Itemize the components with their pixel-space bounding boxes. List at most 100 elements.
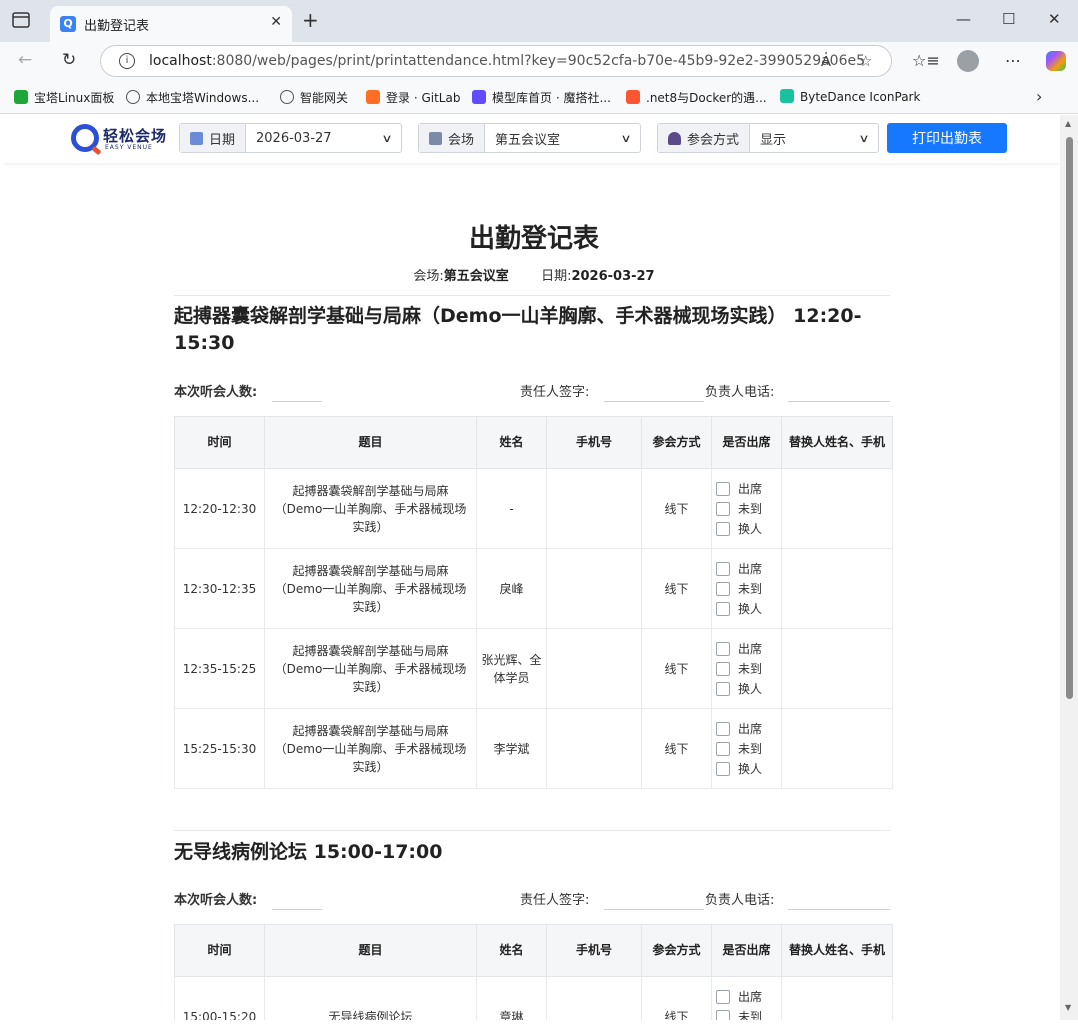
checkbox-label: 未到	[738, 661, 763, 676]
globe-icon	[126, 90, 140, 104]
site-info-icon[interactable]: i	[119, 53, 135, 69]
checkbox-label: 换人	[738, 601, 763, 616]
checkbox[interactable]	[716, 761, 730, 776]
attendance-checkbox-option[interactable]: 出席	[716, 479, 777, 499]
phone-cell	[546, 976, 642, 1020]
document-meta: 会场:第五会议室 日期:2026-03-27	[413, 269, 655, 284]
checkbox[interactable]	[716, 741, 730, 756]
attendance-checkbox-option[interactable]: 换人	[716, 599, 777, 619]
profile-avatar-icon[interactable]	[957, 50, 979, 72]
bookmark-gitlab[interactable]: 登录 · GitLab	[366, 89, 460, 106]
attendance-mode-filter[interactable]: 参会方式 显示 ∨	[657, 123, 879, 153]
close-tab-icon[interactable]: ✕	[270, 14, 282, 30]
mode-cell: 线下	[641, 548, 712, 629]
checkbox[interactable]	[716, 721, 730, 736]
tab-actions-icon[interactable]	[12, 12, 32, 30]
bookmark-baota-windows[interactable]: 本地宝塔Windows...	[126, 89, 259, 106]
checkbox[interactable]	[716, 601, 730, 616]
attendance-checkbox-option[interactable]: 未到	[716, 579, 777, 599]
name-cell: 章琳	[476, 976, 547, 1020]
name-cell: 李学斌	[476, 708, 547, 789]
browser-toolbar: ← ↻ i localhost:8080/web/pages/print/pri…	[0, 42, 1078, 80]
close-window-icon[interactable]: ✕	[1048, 10, 1061, 28]
attendance-table: 时间 题目 姓名 手机号 参会方式 是否出席 替换人姓名、手机 12:20-12…	[174, 416, 893, 789]
col-header-name: 姓名	[476, 924, 547, 977]
sign-row: 本次听会人数: 责任人签字: 负责人电话:	[174, 885, 890, 911]
col-header-phone: 手机号	[546, 924, 642, 977]
attendance-options-cell: 出席未到换人	[711, 708, 782, 789]
read-aloud-icon[interactable]: A᷾	[821, 52, 831, 70]
scroll-down-icon[interactable]: ▼	[1065, 1003, 1071, 1012]
page-scrollbar[interactable]: ▲ ▼	[1060, 115, 1078, 1020]
copilot-icon[interactable]	[1046, 51, 1066, 71]
checkbox[interactable]	[716, 581, 730, 596]
col-header-name: 姓名	[476, 416, 547, 469]
mode-cell: 线下	[641, 708, 712, 789]
meta-date: 2026-03-27	[571, 269, 655, 284]
checkbox[interactable]	[716, 681, 730, 696]
topic-cell: 起搏器囊袋解剖学基础与局麻（Demo一山羊胸廓、手术器械现场实践）	[264, 628, 477, 709]
attendance-checkbox-option[interactable]: 出席	[716, 987, 777, 1007]
address-bar[interactable]: i localhost:8080/web/pages/print/printat…	[100, 45, 892, 77]
logo-subtext: EASY VENUE	[105, 144, 153, 151]
print-attendance-button[interactable]: 打印出勤表	[887, 123, 1007, 153]
checkbox-label: 换人	[738, 761, 763, 776]
favorites-icon[interactable]: ☆≡	[912, 51, 940, 70]
attendance-checkbox-option[interactable]: 换人	[716, 679, 777, 699]
scroll-thumb[interactable]	[1066, 137, 1073, 699]
checkbox[interactable]	[716, 1009, 730, 1020]
venue-select[interactable]: 第五会议室 ∨	[485, 124, 640, 152]
url-text[interactable]: localhost:8080/web/pages/print/printatte…	[149, 53, 865, 69]
attendance-checkbox-option[interactable]: 换人	[716, 519, 777, 539]
attendance-checkbox-option[interactable]: 未到	[716, 659, 777, 679]
attendance-checkbox-option[interactable]: 未到	[716, 739, 777, 759]
new-tab-icon[interactable]: +	[302, 10, 319, 30]
col-header-mode: 参会方式	[641, 924, 712, 977]
attendance-checkbox-option[interactable]: 换人	[716, 759, 777, 779]
refresh-icon[interactable]: ↻	[62, 50, 76, 70]
checkbox[interactable]	[716, 561, 730, 576]
checkbox[interactable]	[716, 481, 730, 496]
col-header-attendance: 是否出席	[711, 416, 782, 469]
maximize-icon[interactable]: ☐	[1002, 10, 1015, 28]
checkbox[interactable]	[716, 521, 730, 536]
table-row: 15:25-15:30 起搏器囊袋解剖学基础与局麻（Demo一山羊胸廓、手术器械现…	[174, 708, 893, 789]
checkbox[interactable]	[716, 989, 730, 1004]
bookmark-iconpark[interactable]: ByteDance IconPark	[780, 89, 920, 104]
bookmark-gateway[interactable]: 智能网关	[280, 89, 348, 106]
venue-filter[interactable]: 会场 第五会议室 ∨	[418, 123, 641, 153]
favorite-star-icon[interactable]: ☆	[859, 52, 872, 70]
attendance-checkbox-option[interactable]: 未到	[716, 499, 777, 519]
checkbox[interactable]	[716, 501, 730, 516]
url-host: localhost	[149, 53, 212, 69]
attendance-checkbox-option[interactable]: 出席	[716, 559, 777, 579]
replacement-cell	[781, 548, 893, 629]
calendar-icon	[190, 131, 203, 145]
date-select[interactable]: 2026-03-27 ∨	[246, 124, 401, 152]
divider	[174, 830, 890, 831]
venue-filter-label: 会场	[419, 124, 486, 152]
mode-select[interactable]: 显示 ∨	[750, 124, 878, 152]
scroll-up-icon[interactable]: ▲	[1065, 119, 1071, 128]
attendance-checkbox-option[interactable]: 出席	[716, 719, 777, 739]
bookmark-csdn[interactable]: .net8与Docker的遇...	[626, 89, 767, 106]
attendance-options-cell: 出席未到换人	[711, 628, 782, 709]
more-menu-icon[interactable]: ⋯	[1005, 51, 1021, 70]
venue-select-value: 第五会议室	[495, 132, 561, 148]
browser-tab-active[interactable]: Q 出勤登记表 ✕	[50, 6, 292, 42]
minimize-icon[interactable]: —	[956, 10, 971, 28]
back-icon[interactable]: ←	[18, 50, 32, 70]
topic-cell: 起搏器囊袋解剖学基础与局麻（Demo一山羊胸廓、手术器械现场实践）	[264, 548, 477, 629]
bookmark-baota[interactable]: 宝塔Linux面板	[14, 89, 114, 106]
date-select-value: 2026-03-27	[256, 130, 332, 146]
bookmark-modelscope[interactable]: 模型库首页 · 魔搭社...	[472, 89, 611, 106]
checkbox-label: 出席	[738, 481, 763, 496]
checkbox[interactable]	[716, 661, 730, 676]
chevron-right-icon[interactable]: ›	[1036, 87, 1042, 106]
attendance-checkbox-option[interactable]: 出席	[716, 639, 777, 659]
attendance-options-cell: 出席未到换人	[711, 976, 782, 1020]
checkbox[interactable]	[716, 641, 730, 656]
attendance-checkbox-option[interactable]: 未到	[716, 1007, 777, 1020]
checkbox-label: 未到	[738, 741, 763, 756]
date-filter[interactable]: 日期 2026-03-27 ∨	[179, 123, 402, 153]
